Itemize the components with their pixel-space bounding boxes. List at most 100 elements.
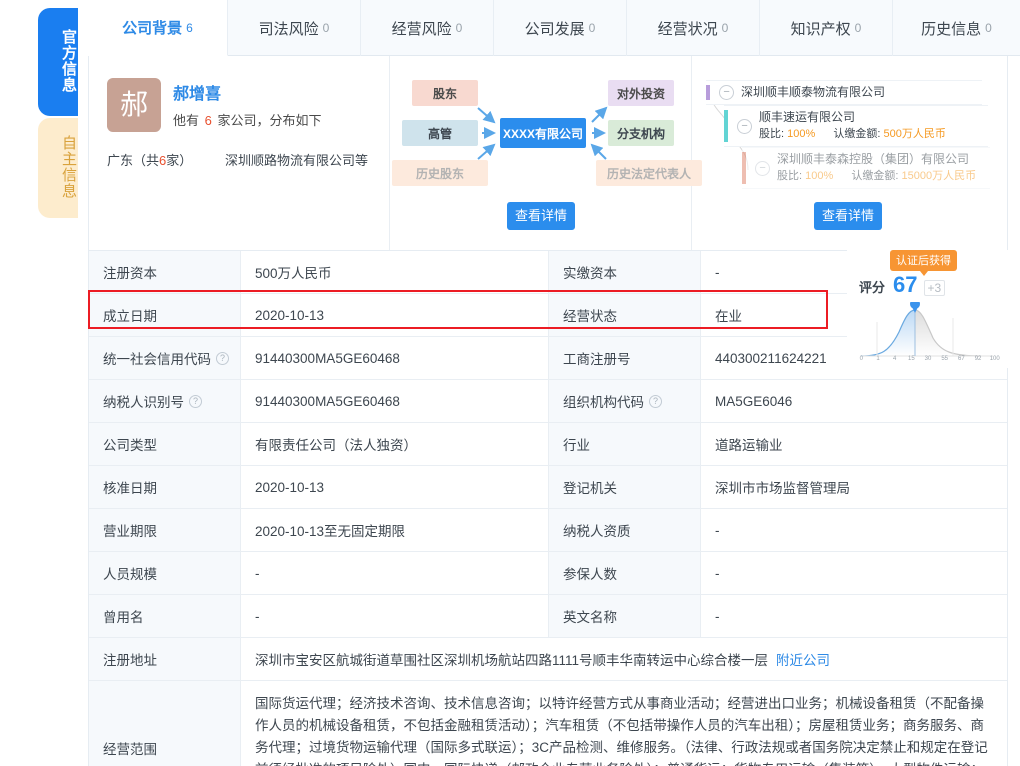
tab-label: 经营状况 — [657, 20, 718, 38]
diagram-node-historical-legal-rep[interactable]: 历史法定代表人 — [596, 160, 703, 186]
tab-operation-status[interactable]: 经营状况 0 — [627, 0, 760, 56]
row-value: 2020-10-13 — [241, 294, 549, 336]
row-value: 道路运输业 — [715, 438, 783, 453]
amount-value: 15000万人民币 — [901, 170, 977, 182]
tree-node[interactable]: − 顺丰速运有限公司 股比: 100% 认缴金额: 500万人民币 — [724, 105, 989, 147]
table-row: 曾用名 - 英文名称 - — [89, 595, 1007, 638]
row-key: 实缴资本 — [549, 251, 701, 293]
diagram-node-historical-shareholder[interactable]: 历史股东 — [392, 160, 489, 186]
tab-history-info[interactable]: 历史信息 0 — [893, 0, 1020, 56]
diagram-node-company: XXXX有限公司 — [500, 118, 587, 148]
person-sub-prefix: 他有 — [173, 113, 200, 128]
relation-view-detail-button[interactable]: 查看详情 — [507, 202, 576, 230]
person-meta: 郝增喜 他有 6 家公司，分布如下 — [173, 78, 322, 132]
help-icon[interactable]: ? — [189, 394, 202, 408]
tick-label: 30 — [924, 356, 932, 362]
score-widget: 认证后获得 评分 67 +3 0 1 4 15 30 55 67 92 100 — [847, 250, 1008, 368]
amount-value: 500万人民币 — [883, 128, 946, 140]
side-tab-self-info[interactable]: 自主信息 — [38, 118, 78, 218]
amount-label: 认缴金额: — [851, 170, 899, 182]
address-text: 深圳市宝安区航城街道草围社区深圳机场航站四路1111号顺丰华南转运中心综合楼一层 — [255, 653, 769, 668]
row-value: - — [241, 595, 549, 637]
table-row: 核准日期 2020-10-13 登记机关 深圳市市场监督管理局 — [89, 466, 1007, 509]
diagram-node-outbound-investment[interactable]: 对外投资 — [608, 80, 675, 106]
tick-label: 4 — [893, 356, 897, 362]
avatar: 郝 — [107, 78, 161, 132]
tab-count: 0 — [322, 21, 330, 35]
tick-label: 0 — [859, 356, 863, 362]
person-company-count: 他有 6 家公司，分布如下 — [173, 110, 322, 129]
company-background-page: 官方信息 自主信息 公司背景 6 司法风险 0 经营风险 0 公司发展 0 经营… — [0, 0, 1020, 766]
row-key: 登记机关 — [549, 466, 701, 508]
side-tab-group: 官方信息 自主信息 — [38, 8, 78, 218]
tick-label: 15 — [908, 356, 915, 362]
tick-label: 67 — [958, 356, 965, 362]
row-value: 深圳市宝安区航城街道草围社区深圳机场航站四路1111号顺丰华南转运中心综合楼一层… — [241, 638, 1007, 680]
tab-label: 知识产权 — [790, 20, 851, 38]
diagram-node-shareholder[interactable]: 股东 — [412, 80, 479, 106]
row-value: 91440300MA5GE60468 — [241, 337, 549, 379]
relation-diagram-card: 股东 高管 历史股东 XXXX有限公司 对外投资 分支机构 历史法定代表人 查看… — [390, 56, 703, 250]
tree-node-color-bar — [724, 110, 729, 142]
row-key: 经营状态 — [549, 294, 701, 336]
collapse-icon[interactable]: − — [755, 160, 771, 176]
row-key: 成立日期 — [89, 294, 241, 336]
ownership-tree: − 深圳顺丰顺泰物流有限公司 − 顺丰速运有限公司 股比: 100% 认缴金额:… — [692, 56, 1007, 200]
row-key: 纳税人资质 — [549, 509, 701, 551]
tab-label: 经营风险 — [391, 20, 452, 38]
collapse-icon[interactable]: − — [719, 85, 735, 100]
tab-judicial-risk[interactable]: 司法风险 0 — [228, 0, 361, 56]
score-delta: +3 — [923, 280, 946, 296]
tree-node-name: 顺丰速运有限公司 — [759, 110, 856, 124]
nearby-companies-link[interactable]: 附近公司 — [776, 649, 830, 669]
row-key: 曾用名 — [89, 595, 241, 637]
row-key: 注册地址 — [89, 638, 241, 680]
ratio-value: 100% — [805, 170, 834, 182]
row-value: - — [715, 522, 720, 538]
table-row-address: 注册地址 深圳市宝安区航城街道草围社区深圳机场航站四路1111号顺丰华南转运中心… — [89, 638, 1007, 681]
row-key: 营业期限 — [89, 509, 241, 551]
row-key-label: 纳税人识别号 — [103, 395, 184, 410]
tab-count: 0 — [721, 21, 729, 35]
row-key: 统一社会信用代码 ? — [89, 337, 241, 379]
tick-label: 92 — [974, 356, 982, 362]
row-key-label: 组织机构代码 — [563, 395, 644, 410]
row-key: 注册资本 — [89, 251, 241, 293]
chart-tick-labels: 0 1 4 15 30 55 67 92 100 — [853, 356, 1003, 362]
side-tab-official-info[interactable]: 官方信息 — [38, 8, 78, 116]
ratio-label: 股比: — [777, 170, 803, 182]
tree-node-color-bar — [706, 85, 711, 100]
row-key-label: 统一社会信用代码 — [103, 352, 211, 367]
tree-node-body: 顺丰速运有限公司 股比: 100% 认缴金额: 500万人民币 — [759, 110, 946, 142]
tab-operation-risk[interactable]: 经营风险 0 — [361, 0, 494, 56]
diagram-node-branch[interactable]: 分支机构 — [608, 120, 675, 146]
tab-label: 公司发展 — [524, 20, 585, 38]
tab-company-development[interactable]: 公司发展 0 — [494, 0, 627, 56]
collapse-icon[interactable]: − — [737, 118, 753, 134]
person-name-link[interactable]: 郝增喜 — [173, 80, 322, 104]
tree-node-info: 股比: 100% 认缴金额: 500万人民币 — [759, 127, 946, 142]
row-key: 纳税人识别号 ? — [89, 380, 241, 422]
row-key: 工商注册号 — [549, 337, 701, 379]
region-company-sample[interactable]: 深圳顺路物流有限公司等 — [225, 150, 368, 169]
tree-node[interactable]: − 深圳顺丰泰森控股（集团）有限公司 股比: 100% 认缴金额: 15000万… — [742, 147, 991, 189]
region-name: 广东（共 — [107, 153, 160, 168]
help-icon[interactable]: ? — [649, 394, 662, 408]
tab-company-background[interactable]: 公司背景 6 — [88, 0, 228, 56]
tree-node[interactable]: − 深圳顺丰顺泰物流有限公司 — [706, 80, 983, 105]
diagram-node-executive[interactable]: 高管 — [402, 120, 479, 146]
tab-intellectual-property[interactable]: 知识产权 0 — [760, 0, 893, 56]
tab-bar: 公司背景 6 司法风险 0 经营风险 0 公司发展 0 经营状况 0 知识产权 … — [88, 0, 1020, 56]
ownership-view-detail-button[interactable]: 查看详情 — [814, 202, 883, 230]
tab-label: 公司背景 — [122, 20, 183, 37]
score-value: 67 — [893, 272, 918, 297]
row-value: 2020-10-13 — [241, 466, 549, 508]
person-sub-suffix: 家公司，分布如下 — [217, 113, 322, 128]
table-row: 公司类型 有限责任公司（法人独资） 行业 道路运输业 — [89, 423, 1007, 466]
relation-diagram: 股东 高管 历史股东 XXXX有限公司 对外投资 分支机构 历史法定代表人 — [390, 56, 703, 206]
row-value: MA5GE6046 — [715, 393, 793, 409]
help-icon[interactable]: ? — [216, 351, 229, 365]
tab-count: 0 — [985, 21, 992, 35]
row-key: 英文名称 — [549, 595, 701, 637]
score-label: 评分 — [859, 280, 886, 295]
